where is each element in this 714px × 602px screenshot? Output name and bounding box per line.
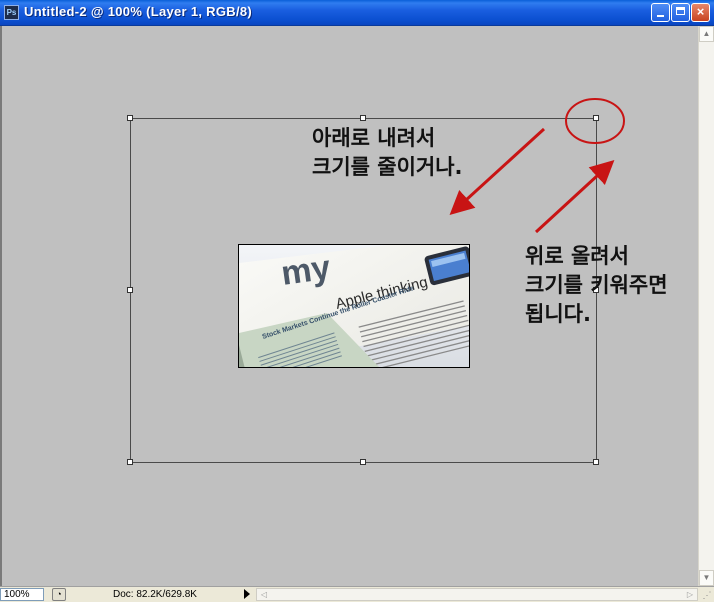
annotation-arrows bbox=[449, 98, 625, 234]
minimize-button[interactable] bbox=[651, 3, 670, 22]
status-menu-arrow-icon[interactable] bbox=[244, 589, 250, 599]
vertical-scrollbar[interactable]: ▲ ▼ bbox=[698, 26, 714, 586]
resize-grip-icon[interactable]: ⋰ bbox=[700, 588, 714, 602]
maximize-button[interactable] bbox=[671, 3, 690, 22]
photoshop-app-icon: Ps bbox=[4, 5, 19, 20]
window-title: Untitled-2 @ 100% (Layer 1, RGB/8) bbox=[24, 4, 253, 19]
close-icon: × bbox=[696, 4, 705, 19]
zoom-level-field[interactable]: 100% bbox=[0, 588, 44, 601]
arrow-down-left-icon bbox=[449, 127, 546, 216]
chevron-left-icon: ◁ bbox=[260, 590, 268, 599]
chevron-right-icon: ▷ bbox=[686, 590, 694, 599]
minimize-icon bbox=[657, 15, 664, 17]
title-bar[interactable]: Ps Untitled-2 @ 100% (Layer 1, RGB/8) × bbox=[0, 0, 714, 26]
status-bar: 100% ◔ Doc: 82.2K/629.8K ◁ ▷ ⋰ bbox=[0, 586, 714, 602]
status-info-button[interactable]: ◔ bbox=[52, 588, 66, 601]
scroll-right-button[interactable]: ▷ bbox=[683, 589, 697, 600]
close-button[interactable]: × bbox=[691, 3, 710, 22]
arrow-up-right-icon bbox=[534, 159, 615, 234]
scroll-left-button[interactable]: ◁ bbox=[257, 589, 271, 600]
scroll-down-button[interactable]: ▼ bbox=[699, 570, 714, 586]
document-canvas[interactable]: my Apple thinking Stock Markets Continue… bbox=[0, 26, 698, 586]
maximize-icon bbox=[676, 7, 685, 15]
clock-icon: ◔ bbox=[56, 589, 62, 599]
horizontal-scrollbar[interactable]: ◁ ▷ bbox=[256, 588, 698, 601]
scroll-up-button[interactable]: ▲ bbox=[699, 26, 714, 42]
document-size-info: Doc: 82.2K/629.8K bbox=[113, 589, 197, 600]
chevron-down-icon: ▼ bbox=[702, 573, 711, 582]
chevron-up-icon: ▲ bbox=[702, 29, 711, 38]
highlight-circle-icon bbox=[565, 98, 625, 144]
